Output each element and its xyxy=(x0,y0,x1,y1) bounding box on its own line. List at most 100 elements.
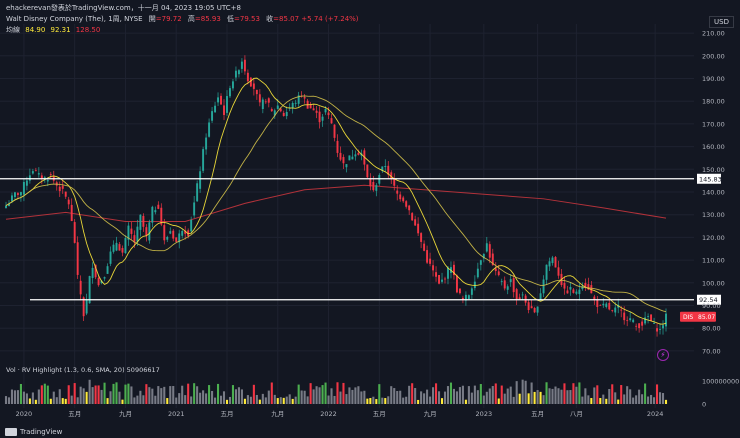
volume-bar xyxy=(479,384,482,404)
volume-bar xyxy=(500,385,503,404)
volume-bar xyxy=(638,389,641,404)
volume-bar xyxy=(139,390,142,404)
volume-bar xyxy=(267,390,270,404)
volume-bar xyxy=(455,391,458,404)
x-tick-label: 五月 xyxy=(68,410,81,418)
volume-bar xyxy=(635,395,638,404)
volume-bar xyxy=(348,387,351,404)
volume-bar xyxy=(524,380,527,404)
candle xyxy=(205,137,208,150)
candle xyxy=(509,279,512,283)
volume-bar xyxy=(632,397,635,404)
volume-bar xyxy=(641,394,644,404)
volume-bar xyxy=(617,399,620,404)
candle xyxy=(249,77,252,87)
candle xyxy=(58,186,61,192)
candle xyxy=(342,157,345,164)
ma-long-layer xyxy=(5,184,667,223)
candle xyxy=(243,59,246,72)
volume-bar xyxy=(214,397,217,404)
volume-bar xyxy=(79,386,82,404)
volume-bar xyxy=(557,388,560,404)
candle xyxy=(435,272,438,277)
volume-bar xyxy=(234,389,237,404)
candle xyxy=(644,317,647,324)
candle xyxy=(527,302,530,311)
candle xyxy=(372,182,375,191)
candle xyxy=(255,89,258,95)
candle xyxy=(73,222,76,243)
volume-bar xyxy=(626,386,629,404)
volume-bar xyxy=(52,391,55,404)
candle xyxy=(282,112,285,116)
volume-bar xyxy=(82,388,85,404)
volume-bar xyxy=(85,391,88,404)
candle xyxy=(348,155,351,161)
volume-bar xyxy=(551,388,554,404)
volume-bar xyxy=(190,396,193,404)
volume-bar xyxy=(650,394,653,404)
volume-bar xyxy=(339,391,342,404)
candle xyxy=(79,280,82,295)
y-tick-label: 170.00 xyxy=(702,120,725,128)
candle xyxy=(333,124,336,138)
volume-bar xyxy=(19,383,22,404)
candle xyxy=(252,83,255,89)
volume-bar xyxy=(423,393,426,404)
volume-bar xyxy=(40,385,43,404)
brand-label: TradingView xyxy=(20,428,63,436)
volume-bar xyxy=(614,392,617,404)
candle xyxy=(521,294,524,296)
candle xyxy=(232,81,234,89)
candle xyxy=(506,286,509,290)
volume-bar xyxy=(202,390,205,404)
candle xyxy=(145,227,148,236)
volume-bar xyxy=(136,395,139,404)
volume-bar xyxy=(405,396,408,404)
candle xyxy=(647,316,650,318)
candle xyxy=(151,206,154,223)
volume-bar xyxy=(578,382,581,404)
volume-bar xyxy=(112,383,115,404)
candle xyxy=(28,175,31,181)
candle xyxy=(193,202,196,216)
volume-bar xyxy=(73,383,76,404)
volume-bar xyxy=(387,396,390,404)
volume-bar xyxy=(402,397,405,404)
candle xyxy=(211,111,214,121)
candle xyxy=(34,170,37,172)
horizontal-lines-layer: 145.8392.54DIS 85.07 xyxy=(0,173,722,322)
volume-bar xyxy=(354,387,357,404)
candle xyxy=(115,242,118,251)
chart-window: ehackerevan發表於TradingView.com，十一月 04, 20… xyxy=(0,0,740,438)
volume-bar xyxy=(417,399,420,404)
candle xyxy=(124,238,127,254)
volume-bar xyxy=(336,382,339,404)
candle xyxy=(303,97,306,99)
volume-bar xyxy=(91,387,94,404)
volume-bar xyxy=(160,388,163,404)
candle xyxy=(375,185,378,191)
volume-bar xyxy=(432,387,435,404)
candle xyxy=(91,267,94,279)
volume-bar xyxy=(237,387,240,404)
volume-bar xyxy=(43,383,46,404)
volume-bar xyxy=(461,385,464,404)
grid xyxy=(0,24,694,408)
y-tick-label: 110.00 xyxy=(702,257,725,265)
ma-mid-line xyxy=(5,95,667,313)
candle xyxy=(202,149,205,171)
volume-bar xyxy=(151,388,154,404)
volume-bar xyxy=(282,397,285,404)
candle xyxy=(223,105,225,115)
volume-bar xyxy=(133,397,136,404)
candle xyxy=(548,261,551,267)
volume-bar xyxy=(482,395,485,404)
candle xyxy=(417,223,420,234)
candle xyxy=(226,96,228,113)
volume-bar xyxy=(629,389,632,404)
volume-bar xyxy=(187,383,190,404)
volume-bar xyxy=(34,399,37,404)
candle xyxy=(19,192,22,196)
flash-icon[interactable]: ⚡ xyxy=(657,349,669,361)
